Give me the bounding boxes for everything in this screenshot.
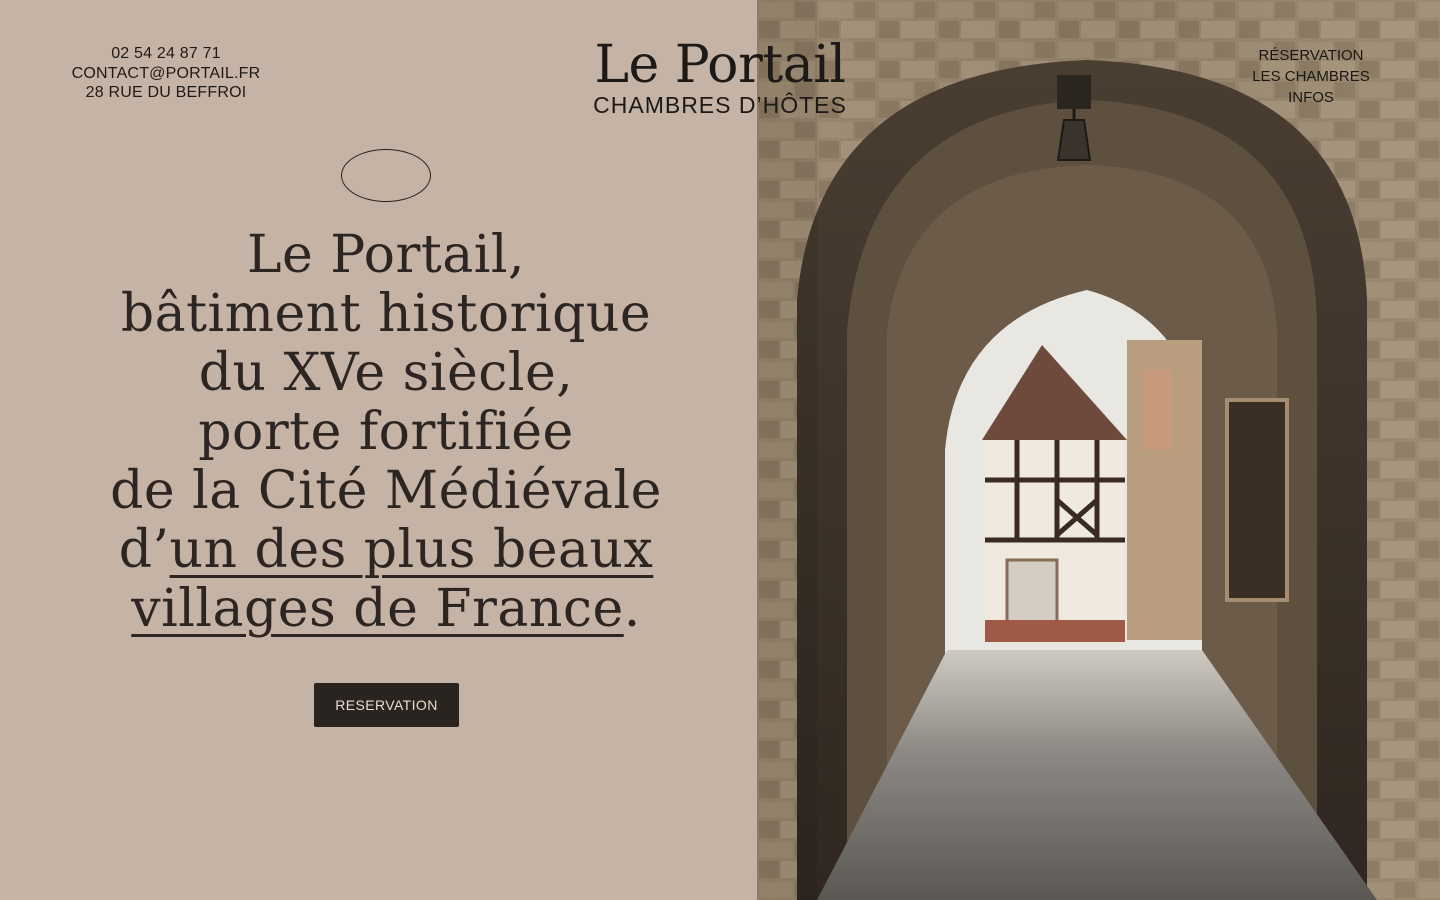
decorative-oval bbox=[341, 149, 431, 202]
nav-chambres[interactable]: LES CHAMBRES bbox=[1250, 66, 1372, 87]
archway-photo bbox=[757, 0, 1440, 900]
left-panel: 02 54 24 87 71 CONTACT@PORTAIL.FR 28 RUE… bbox=[0, 0, 757, 900]
address-text: 28 RUE DU BEFFROI bbox=[85, 84, 247, 101]
brand-name: Le Portail bbox=[594, 35, 846, 95]
hero-line: porte fortifiée bbox=[198, 402, 574, 462]
hero-headline: Le Portail, bâtiment historique du XVe s… bbox=[60, 226, 712, 639]
email-link[interactable]: CONTACT@PORTAIL.FR bbox=[66, 64, 266, 84]
hero-line: de la Cité Médiévale bbox=[110, 461, 662, 521]
hero-line: villages de France. bbox=[60, 580, 712, 639]
brand-logo[interactable]: Le Portail CHAMBRES D’HÔTES bbox=[572, 36, 868, 118]
nav-reservation[interactable]: RÉSERVATION bbox=[1250, 45, 1372, 66]
hero-line: d’un des plus beaux bbox=[60, 521, 712, 580]
villages-link-part1[interactable]: un des plus beaux bbox=[170, 520, 654, 580]
hero-photo bbox=[757, 0, 1440, 900]
nav-infos[interactable]: INFOS bbox=[1250, 87, 1372, 108]
contact-block: 02 54 24 87 71 CONTACT@PORTAIL.FR 28 RUE… bbox=[66, 44, 266, 103]
villages-link-part2[interactable]: villages de France bbox=[131, 579, 623, 639]
hero-suffix: . bbox=[623, 579, 641, 639]
hero-line: du XVe siècle, bbox=[198, 343, 574, 403]
main-nav: RÉSERVATION LES CHAMBRES INFOS bbox=[1250, 45, 1372, 108]
hero-line: Le Portail, bbox=[246, 225, 526, 285]
brand-subtitle: CHAMBRES D’HÔTES bbox=[593, 92, 847, 118]
phone-link[interactable]: 02 54 24 87 71 bbox=[66, 44, 266, 64]
hero-line: bâtiment historique bbox=[120, 284, 652, 344]
hero-prefix: d’ bbox=[118, 520, 170, 580]
reservation-button[interactable]: RESERVATION bbox=[314, 683, 459, 727]
